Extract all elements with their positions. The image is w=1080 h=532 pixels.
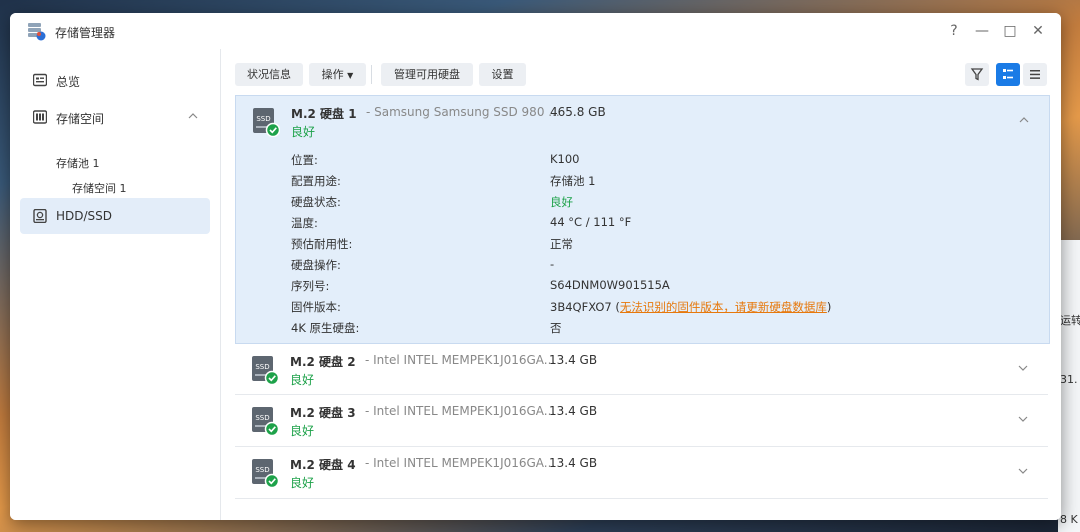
sidebar-item-label: 存储空间 (56, 112, 105, 126)
overview-icon (33, 73, 47, 87)
disk-size: 465.8 GB (550, 105, 606, 119)
list-view-button[interactable] (1023, 63, 1047, 86)
detail-label-serial: 序列号: (291, 279, 330, 293)
detail-label-temperature: 温度: (291, 216, 318, 230)
disk-name: M.2 硬盘 3 (290, 406, 356, 420)
sidebar-item-hdd-ssd[interactable]: HDD/SSD (20, 198, 210, 234)
minimize-button[interactable]: — (972, 21, 992, 41)
sidebar-item-overview[interactable]: 总览 (20, 62, 210, 98)
chevron-up-icon[interactable] (188, 111, 198, 121)
disk-size: 13.4 GB (549, 404, 598, 418)
detail-value-temperature: 44 °C / 111 °F (550, 215, 632, 229)
sidebar-item-volume[interactable]: 存储空间 1 (72, 180, 127, 196)
disk-status: 良好 (291, 125, 316, 139)
detail-value-disk-action: - (550, 257, 555, 271)
detail-value-4k-native: 否 (550, 321, 562, 335)
sidebar: 总览 存储空间 存储池 1 存储空间 1 HDD/SSD (10, 49, 221, 520)
svg-text:SSD: SSD (255, 363, 269, 371)
background-text: 8 K (1060, 513, 1078, 526)
action-label: 操作 (321, 68, 344, 81)
filter-button[interactable] (965, 63, 989, 86)
ssd-healthy-icon: SSD (252, 356, 279, 385)
firmware-update-link[interactable]: 无法识别的固件版本，请更新硬盘数据库 (620, 300, 827, 314)
window-title: 存储管理器 (55, 26, 116, 40)
disk-size: 13.4 GB (549, 456, 598, 470)
caret-down-icon: ▼ (347, 71, 354, 80)
disk-status: 良好 (290, 476, 315, 490)
ssd-healthy-icon: SSD (252, 407, 279, 436)
manage-available-disks-button[interactable]: 管理可用硬盘 (381, 63, 473, 86)
detail-label-firmware: 固件版本: (291, 300, 341, 314)
detail-label-4k-native: 4K 原生硬盘: (291, 321, 360, 335)
settings-button[interactable]: 设置 (479, 63, 526, 86)
disk-model: - Intel INTEL MEMPEK1J016GA... (365, 353, 556, 367)
disk-row[interactable]: SSD M.2 硬盘 3 - Intel INTEL MEMPEK1J016GA… (235, 395, 1048, 447)
disk-status: 良好 (290, 424, 315, 438)
detail-value-firmware: 3B4QFXO7 (550, 300, 612, 314)
disk-icon (33, 209, 47, 223)
background-window: 运转 31. 8 K (1058, 240, 1080, 532)
help-button[interactable]: ? (944, 21, 964, 41)
action-dropdown-button[interactable]: 操作 ▼ (309, 63, 366, 86)
detail-label-health: 硬盘状态: (291, 195, 341, 209)
disk-model: - Samsung Samsung SSD 980 ... (366, 105, 560, 119)
disk-model: - Intel INTEL MEMPEK1J016GA... (365, 404, 556, 418)
detail-label-location: 位置: (291, 153, 318, 167)
detail-value-serial: S64DNM0W901515A (550, 278, 670, 292)
detail-list-icon (1003, 69, 1013, 79)
close-button[interactable]: ✕ (1028, 21, 1048, 41)
ssd-healthy-icon: SSD (253, 108, 280, 137)
disk-name: M.2 硬盘 4 (290, 458, 356, 472)
detail-label-endurance: 预估耐用性: (291, 237, 353, 251)
disk-status: 良好 (290, 373, 315, 387)
background-text: 31. (1060, 373, 1078, 386)
chevron-up-icon[interactable] (1019, 115, 1029, 125)
filter-icon (970, 68, 984, 81)
ssd-healthy-icon: SSD (252, 459, 279, 488)
detail-view-button[interactable] (996, 63, 1020, 86)
svg-text:SSD: SSD (255, 414, 269, 422)
sidebar-item-label: 总览 (56, 75, 81, 89)
svg-text:SSD: SSD (256, 115, 270, 123)
sidebar-item-storage[interactable]: 存储空间 (20, 99, 210, 135)
main-panel: 状况信息 操作 ▼ 管理可用硬盘 设置 SSD M.2 硬盘 1 - Samsu… (221, 49, 1061, 520)
detail-value-usage: 存储池 1 (550, 174, 596, 188)
toolbar-divider (371, 65, 372, 84)
chevron-down-icon[interactable] (1018, 414, 1028, 424)
detail-label-usage: 配置用途: (291, 174, 341, 188)
maximize-button[interactable]: □ (1000, 21, 1020, 41)
disk-row[interactable]: SSD M.2 硬盘 1 - Samsung Samsung SSD 980 .… (235, 95, 1050, 344)
disk-model: - Intel INTEL MEMPEK1J016GA... (365, 456, 556, 470)
list-icon (1030, 70, 1040, 79)
storage-icon (33, 110, 47, 124)
disk-name: M.2 硬盘 1 (291, 107, 357, 121)
storage-manager-app-icon (28, 23, 46, 41)
sidebar-item-storage-pool[interactable]: 存储池 1 (56, 155, 100, 171)
background-text: 运转 (1060, 314, 1080, 327)
disk-row[interactable]: SSD M.2 硬盘 2 - Intel INTEL MEMPEK1J016GA… (235, 344, 1048, 395)
detail-value-location: K100 (550, 152, 580, 166)
status-info-button[interactable]: 状况信息 (235, 63, 303, 86)
detail-value-endurance: 正常 (550, 237, 573, 251)
sidebar-item-label: HDD/SSD (56, 209, 113, 223)
detail-value-health: 良好 (550, 195, 573, 209)
storage-manager-window: 存储管理器 ? — □ ✕ 总览 存储空间 存储池 1 存储空间 1 HDD/S… (10, 13, 1061, 520)
detail-label-disk-action: 硬盘操作: (291, 258, 341, 272)
detail-value-firmware-group: 3B4QFXO7 (无法识别的固件版本，请更新硬盘数据库) (550, 300, 832, 314)
chevron-down-icon[interactable] (1018, 466, 1028, 476)
svg-text:SSD: SSD (255, 466, 269, 474)
disk-name: M.2 硬盘 2 (290, 355, 356, 369)
disk-row[interactable]: SSD M.2 硬盘 4 - Intel INTEL MEMPEK1J016GA… (235, 447, 1048, 499)
chevron-down-icon[interactable] (1018, 363, 1028, 373)
disk-size: 13.4 GB (549, 353, 598, 367)
title-bar[interactable]: 存储管理器 ? — □ ✕ (10, 13, 1061, 49)
